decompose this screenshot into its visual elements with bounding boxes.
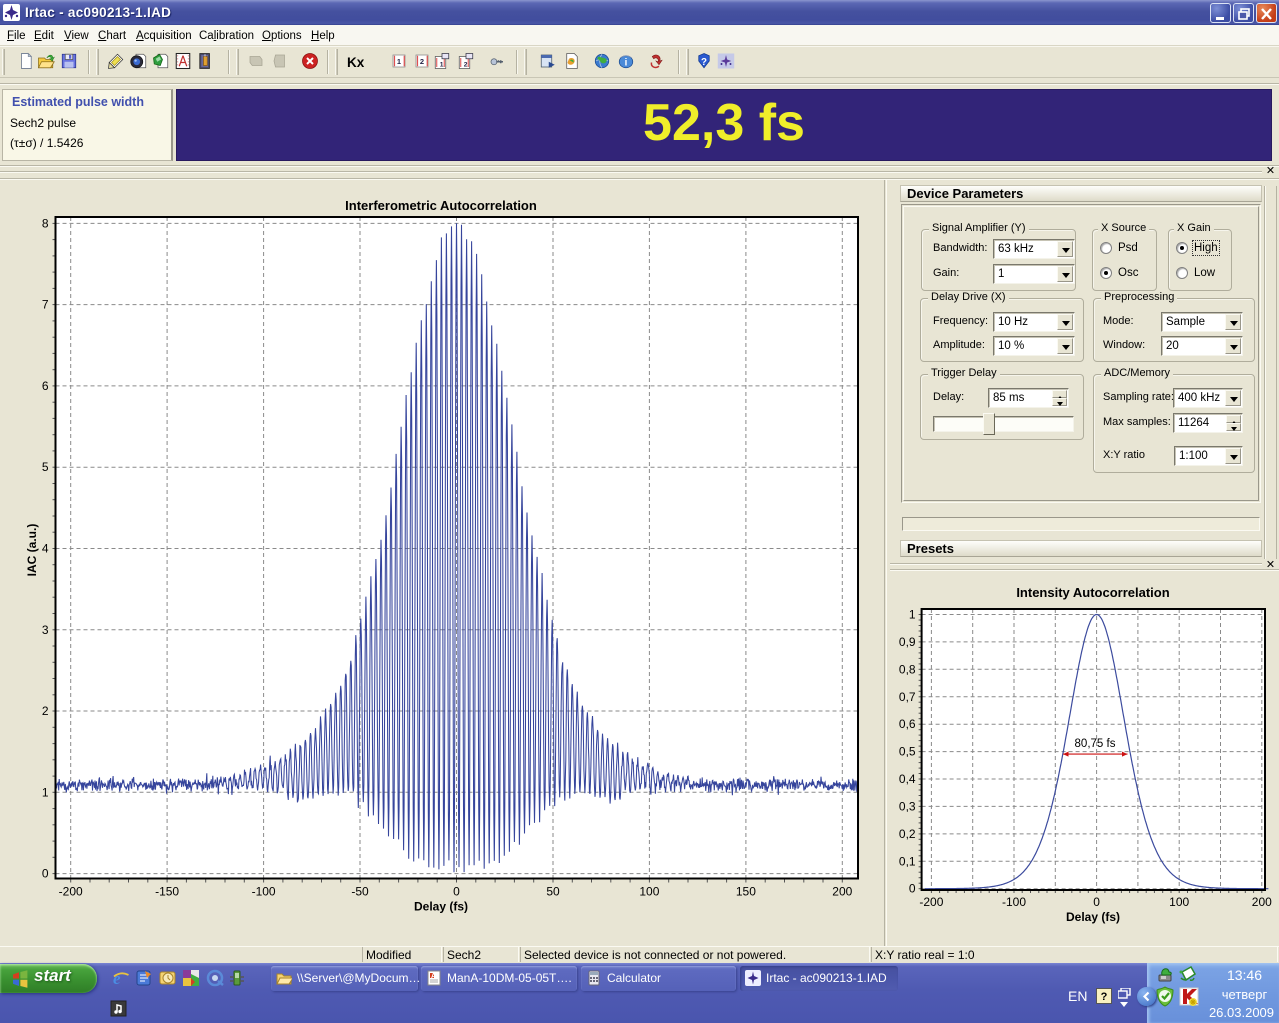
- svg-text:80,75 fs: 80,75 fs: [1075, 738, 1116, 750]
- svg-text:?: ?: [1101, 991, 1108, 1003]
- svg-text:-100: -100: [1002, 895, 1026, 909]
- svg-text:7: 7: [42, 298, 49, 312]
- svg-text:100: 100: [639, 885, 659, 899]
- svg-text:1: 1: [42, 785, 49, 799]
- svg-text:0,5: 0,5: [899, 745, 916, 759]
- svg-text:150: 150: [736, 885, 756, 899]
- svg-text:6: 6: [42, 379, 49, 393]
- svg-text:2: 2: [464, 61, 468, 68]
- svg-text:1: 1: [909, 608, 916, 622]
- svg-text:1: 1: [397, 57, 401, 66]
- svg-text:3: 3: [42, 623, 49, 637]
- svg-text:0: 0: [42, 867, 49, 881]
- svg-text:200: 200: [832, 885, 852, 899]
- svg-text:0: 0: [1093, 895, 1100, 909]
- svg-text:0,8: 0,8: [899, 662, 916, 676]
- svg-text:200: 200: [1252, 895, 1272, 909]
- svg-text:Delay (fs): Delay (fs): [1066, 910, 1120, 924]
- svg-text:-50: -50: [351, 885, 369, 899]
- svg-text:e: e: [113, 969, 121, 987]
- svg-text:-200: -200: [919, 895, 943, 909]
- svg-text:8: 8: [42, 216, 49, 230]
- svg-text:0,1: 0,1: [899, 854, 916, 868]
- svg-text:0,7: 0,7: [899, 690, 916, 704]
- svg-text:?: ?: [701, 57, 707, 68]
- svg-text:0,9: 0,9: [899, 635, 916, 649]
- svg-text:0,2: 0,2: [899, 827, 916, 841]
- svg-text:50: 50: [546, 885, 560, 899]
- svg-text:0,3: 0,3: [899, 799, 916, 813]
- svg-text:0: 0: [909, 882, 916, 896]
- svg-text:Delay (fs): Delay (fs): [414, 900, 468, 914]
- svg-text:Interferometric Autocorrelatio: Interferometric Autocorrelation: [345, 198, 537, 213]
- svg-text:-150: -150: [155, 885, 179, 899]
- svg-text:5: 5: [42, 460, 49, 474]
- svg-text:-100: -100: [252, 885, 276, 899]
- svg-text:A: A: [431, 973, 436, 980]
- svg-text:1: 1: [440, 61, 444, 68]
- svg-text:2: 2: [42, 704, 49, 718]
- svg-text:-200: -200: [59, 885, 83, 899]
- svg-text:IAC (a.u.): IAC (a.u.): [25, 524, 39, 577]
- svg-text:Intensity Autocorrelation: Intensity Autocorrelation: [1016, 585, 1169, 600]
- svg-text:0,6: 0,6: [899, 717, 916, 731]
- svg-text:4: 4: [42, 542, 49, 556]
- svg-text:0,4: 0,4: [899, 772, 916, 786]
- svg-text:100: 100: [1169, 895, 1189, 909]
- svg-text:2: 2: [420, 57, 424, 66]
- svg-text:0: 0: [453, 885, 460, 899]
- svg-text:i: i: [625, 58, 628, 69]
